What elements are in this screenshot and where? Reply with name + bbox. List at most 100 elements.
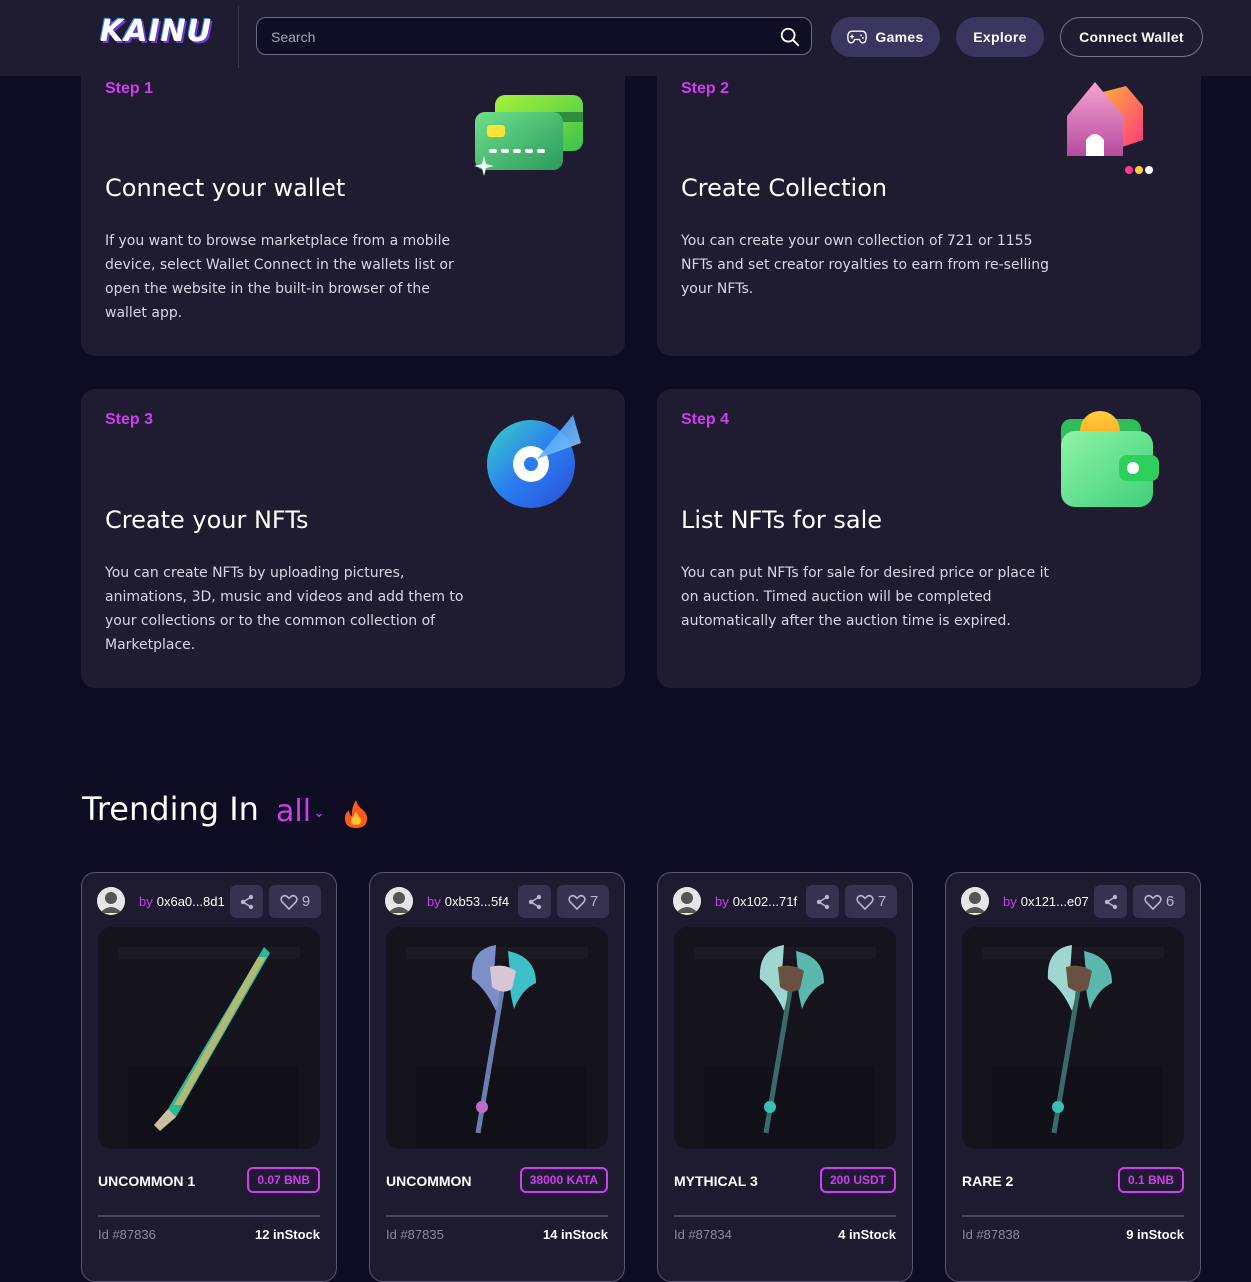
like-button[interactable]: 6 (1133, 885, 1185, 918)
games-button[interactable]: Games (831, 17, 940, 57)
nft-card[interactable]: by 0x102...71f 7 MYTHICAL 3 200 USDT Id #… (657, 872, 913, 1282)
step-label: Step 3 (105, 411, 154, 428)
owner-address-value: 0x6a0...8d1 (156, 894, 225, 909)
step-card-1: Step 1 Connect your wallet If you want t… (81, 40, 625, 356)
collection-house-icon (1067, 82, 1153, 174)
card-divider (98, 1215, 320, 1217)
avatar[interactable] (385, 887, 413, 915)
nft-image[interactable] (674, 927, 896, 1149)
step-card-2: Step 2 Create Collection You can create … (657, 40, 1201, 356)
chevron-down-icon: ⌄ (313, 804, 325, 821)
nft-card[interactable]: by 0x121...e07 6 RARE 2 0.1 BNB Id #87838… (945, 872, 1201, 1282)
step-description: You can create your own collection of 72… (681, 233, 1050, 297)
nft-name: RARE 2 (962, 1173, 1014, 1189)
nft-image[interactable] (386, 927, 608, 1149)
connect-wallet-button[interactable]: Connect Wallet (1060, 17, 1203, 57)
search-input[interactable] (269, 26, 773, 48)
nft-stock: 4 inStock (838, 1227, 896, 1242)
explore-button[interactable]: Explore (956, 17, 1044, 57)
step-label: Step 2 (681, 80, 730, 97)
gamepad-icon (847, 30, 868, 44)
step-label: Step 1 (105, 80, 154, 97)
by-label: by (427, 894, 441, 909)
nft-image[interactable] (962, 927, 1184, 1149)
owner-address-value: 0x121...e07 (1020, 894, 1089, 909)
like-button[interactable]: 7 (557, 885, 609, 918)
avatar[interactable] (673, 887, 701, 915)
share-button[interactable] (806, 885, 839, 918)
fire-icon (344, 800, 368, 828)
user-avatar-icon (385, 887, 413, 915)
like-button[interactable]: 7 (845, 885, 897, 918)
trending-filter-dropdown[interactable]: all ⌄ (276, 794, 325, 829)
owner-address[interactable]: by 0x121...e07 (1003, 894, 1089, 909)
owner-address[interactable]: by 0x102...71f (715, 894, 797, 909)
search-box[interactable] (256, 17, 812, 55)
step-title: List NFTs for sale (681, 506, 883, 534)
like-count: 7 (877, 893, 887, 910)
top-nav-bar: KAINU Games Explore Connect Wallet (0, 0, 1251, 76)
nft-price: 0.1 BNB (1117, 1167, 1184, 1193)
axe-image (962, 927, 1184, 1149)
nft-card[interactable]: by 0xb53...5f4 7 UNCOMMON 38000 KATA Id #… (369, 872, 625, 1282)
sword-image (98, 927, 320, 1149)
avatar[interactable] (97, 887, 125, 915)
like-count: 9 (301, 893, 311, 910)
step-description: You can put NFTs for sale for desired pr… (681, 565, 1050, 629)
like-count: 6 (1165, 893, 1175, 910)
heart-icon (280, 894, 298, 910)
avatar[interactable] (961, 887, 989, 915)
header-divider (238, 6, 239, 68)
credit-card-icon (474, 95, 583, 176)
card-divider (962, 1215, 1184, 1217)
nft-id: Id #87835 (386, 1227, 444, 1242)
user-avatar-icon (673, 887, 701, 915)
create-disc-icon (487, 415, 581, 508)
nft-image[interactable] (98, 927, 320, 1149)
kainu-logo[interactable]: KAINU (100, 14, 224, 54)
nft-name: UNCOMMON 1 (98, 1173, 196, 1189)
step-card-4: Step 4 List NFTs for sale You can put NF… (657, 389, 1201, 688)
search-icon[interactable] (779, 26, 801, 48)
share-icon (1104, 894, 1117, 909)
nft-name: MYTHICAL 3 (674, 1173, 758, 1189)
heart-icon (856, 894, 874, 910)
explore-label: Explore (973, 29, 1027, 45)
share-button[interactable] (230, 885, 263, 918)
like-button[interactable]: 9 (269, 885, 321, 918)
step-card-3: Step 3 Create your NFTs You can create N… (81, 389, 625, 688)
step-title: Create Collection (681, 174, 888, 202)
like-count: 7 (589, 893, 599, 910)
wallet-icon (1061, 411, 1159, 507)
nft-card[interactable]: by 0x6a0...8d1 9 UNCOMMON 1 0.07 BNB Id #… (81, 872, 337, 1282)
owner-address[interactable]: by 0x6a0...8d1 (139, 894, 225, 909)
trending-heading: Trending In (82, 790, 259, 828)
nft-name: UNCOMMON (386, 1173, 472, 1189)
heart-icon (568, 894, 586, 910)
step-label: Step 4 (681, 411, 730, 428)
nft-price: 0.07 BNB (247, 1167, 320, 1193)
step-title: Create your NFTs (105, 506, 309, 534)
nft-id: Id #87836 (98, 1227, 156, 1242)
axe-image (674, 927, 896, 1149)
nft-stock: 9 inStock (1126, 1227, 1184, 1242)
nft-stock: 14 inStock (542, 1227, 608, 1242)
step-title: Connect your wallet (105, 174, 346, 202)
connect-wallet-label: Connect Wallet (1079, 29, 1184, 45)
step-description: If you want to browse marketplace from a… (105, 233, 454, 321)
nft-price: 38000 KATA (519, 1167, 608, 1193)
nft-price: 200 USDT (819, 1167, 896, 1193)
share-icon (240, 894, 253, 909)
games-label: Games (875, 29, 924, 45)
by-label: by (139, 894, 153, 909)
owner-address[interactable]: by 0xb53...5f4 (427, 894, 509, 909)
share-button[interactable] (518, 885, 551, 918)
step-description: You can create NFTs by uploading picture… (105, 565, 464, 653)
axe-image (386, 927, 608, 1149)
share-button[interactable] (1094, 885, 1127, 918)
share-icon (816, 894, 829, 909)
by-label: by (1003, 894, 1017, 909)
user-avatar-icon (961, 887, 989, 915)
by-label: by (715, 894, 729, 909)
user-avatar-icon (97, 887, 125, 915)
